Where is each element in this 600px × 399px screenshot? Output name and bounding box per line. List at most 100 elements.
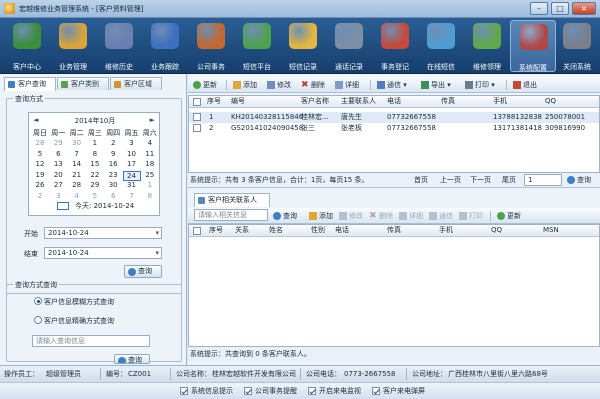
calendar-day[interactable]: 1 [86, 139, 104, 147]
calendar-next-button[interactable]: ► [150, 116, 155, 124]
next-page-button[interactable]: 下一页 [470, 175, 491, 186]
company-affairs-checkbox[interactable] [244, 387, 252, 395]
start-date-field[interactable]: 2014-10-24 ▾ [44, 227, 162, 239]
contact-refresh-button[interactable]: 更新 [496, 210, 521, 222]
column-header[interactable]: QQ [545, 96, 556, 107]
calendar-day[interactable]: 17 [123, 160, 141, 168]
prev-page-button[interactable]: 上一页 [440, 175, 461, 186]
contact-delete-button[interactable]: ✖ 删除 [368, 210, 393, 222]
last-page-button[interactable]: 尾页 [502, 175, 516, 186]
detail-button[interactable]: 详细 [334, 79, 359, 91]
calendar-day[interactable]: 27 [49, 181, 67, 189]
calendar-day[interactable]: 6 [49, 150, 67, 158]
toolbar-business[interactable]: 业务管理 [50, 20, 96, 72]
close-window-button[interactable]: × [572, 2, 596, 15]
contact-edit-button[interactable]: 修改 [338, 210, 363, 222]
dropdown-icon[interactable]: ▾ [155, 248, 159, 258]
calendar-day[interactable]: 8 [86, 150, 104, 158]
calendar-day[interactable]: 6 [104, 192, 122, 200]
toolbar-online-sms[interactable]: 在线短信 [418, 20, 464, 72]
query-search-button[interactable]: 查询 [114, 354, 150, 364]
calendar-day[interactable]: 4 [141, 139, 159, 147]
toolbar-affairs[interactable]: 公司事务 [188, 20, 234, 72]
maximize-button[interactable]: □ [551, 2, 569, 15]
edit-button[interactable]: 修改 [266, 79, 291, 91]
today-label[interactable]: 今天: 2014-10-24 [75, 201, 134, 211]
contact-detail-button[interactable]: 详细 [398, 210, 423, 222]
first-page-button[interactable]: 首页 [414, 175, 428, 186]
add-button[interactable]: 添加 [232, 79, 257, 91]
calendar-day[interactable]: 23 [104, 171, 122, 179]
calendar-day[interactable]: 19 [31, 171, 49, 179]
calendar-day[interactable]: 29 [49, 139, 67, 147]
toolbar-customer-center[interactable]: 客户中心 [4, 20, 50, 72]
query-input[interactable]: 请输入查询信息 [32, 335, 150, 347]
calendar-day[interactable]: 10 [123, 150, 141, 158]
column-header[interactable]: 电话 [387, 96, 401, 107]
refresh-button[interactable]: 更新 [192, 79, 217, 91]
calendar-day[interactable]: 16 [104, 160, 122, 168]
call-popup-checkbox[interactable] [372, 387, 380, 395]
calendar-day[interactable]: 11 [141, 150, 159, 158]
end-date-field[interactable]: 2014-10-24 ▾ [44, 247, 162, 259]
toolbar-sms[interactable]: 短信平台 [234, 20, 280, 72]
calendar-day[interactable]: 2 [31, 192, 49, 200]
contact-print-button[interactable]: 打印 [458, 210, 483, 222]
calendar-day[interactable]: 26 [31, 181, 49, 189]
tab-related-contacts[interactable]: 客户相关联系人 [194, 193, 270, 207]
toolbar-history[interactable]: 维修历史 [96, 20, 142, 72]
column-header[interactable]: MSN [543, 225, 559, 236]
select-all-checkbox[interactable] [193, 227, 201, 235]
calendar[interactable]: ◄ 2014年10月 ► 周日 周一 周二 周三 周四 周五 周六 28 29 30 1 2 3 4 5 6 7… [28, 112, 160, 216]
dropdown-icon[interactable]: ▾ [155, 228, 159, 238]
tab-customer-region[interactable]: 客户区域 [110, 77, 162, 90]
toolbar-repair[interactable]: 维修领理 [464, 20, 510, 72]
calendar-day[interactable]: 5 [31, 150, 49, 158]
contact-communication-button[interactable]: 通信 [428, 210, 453, 222]
toolbar-close-system[interactable]: 关闭系统 [554, 20, 600, 72]
toolbar-phone-record[interactable]: 通话记录 [326, 20, 372, 72]
system-info-checkbox[interactable] [180, 387, 188, 395]
date-search-button[interactable]: 查询 [124, 265, 162, 278]
calendar-day[interactable]: 7 [68, 150, 86, 158]
fuzzy-query-radio[interactable] [34, 297, 42, 305]
calendar-day[interactable]: 28 [31, 139, 49, 147]
table-row[interactable]: 1 KH20140328115846 桂林宏... 唐先生 0773266755… [189, 112, 599, 123]
calendar-day[interactable]: 13 [49, 160, 67, 168]
toolbar-sms-record[interactable]: 短信记录 [280, 20, 326, 72]
calendar-day[interactable]: 8 [141, 192, 159, 200]
page-input[interactable]: 1 [524, 174, 562, 186]
table-row[interactable]: 2 GS20141024090458 张三 张老板 07732667558 13… [189, 123, 599, 134]
column-header[interactable]: 关系 [235, 225, 249, 236]
calendar-day[interactable]: 1 [141, 181, 159, 189]
calendar-day[interactable]: 24 [122, 170, 141, 181]
calendar-day[interactable]: 30 [104, 181, 122, 189]
calendar-day[interactable]: 21 [68, 171, 86, 179]
calendar-day[interactable]: 18 [141, 160, 159, 168]
calendar-day[interactable]: 7 [123, 192, 141, 200]
calendar-day[interactable]: 12 [31, 160, 49, 168]
calendar-day[interactable]: 2 [104, 139, 122, 147]
delete-button[interactable]: ✖ 删除 [300, 79, 325, 91]
call-monitor-checkbox[interactable] [308, 387, 316, 395]
tab-customer-type[interactable]: 客户类别 [57, 77, 109, 90]
calendar-day[interactable]: 3 [123, 139, 141, 147]
column-header[interactable]: 传真 [387, 225, 401, 236]
row-checkbox[interactable] [193, 124, 201, 132]
exit-button[interactable]: 退出 [512, 79, 537, 91]
calendar-day[interactable]: 5 [86, 192, 104, 200]
calendar-day[interactable]: 22 [86, 171, 104, 179]
calendar-day[interactable]: 31 [123, 181, 141, 189]
calendar-day[interactable]: 4 [68, 192, 86, 200]
contact-add-button[interactable]: 添加 [308, 210, 333, 222]
calendar-day[interactable]: 20 [49, 171, 67, 179]
column-header[interactable]: 客户名称 [301, 96, 329, 107]
calendar-day[interactable]: 14 [68, 160, 86, 168]
exact-query-radio[interactable] [34, 316, 42, 324]
row-checkbox[interactable] [193, 113, 201, 121]
calendar-day[interactable]: 29 [86, 181, 104, 189]
toolbar-tracking[interactable]: 业务跟踪 [142, 20, 188, 72]
calendar-day[interactable]: 3 [49, 192, 67, 200]
column-header[interactable]: QQ [491, 225, 502, 236]
column-header[interactable]: 性别 [311, 225, 325, 236]
